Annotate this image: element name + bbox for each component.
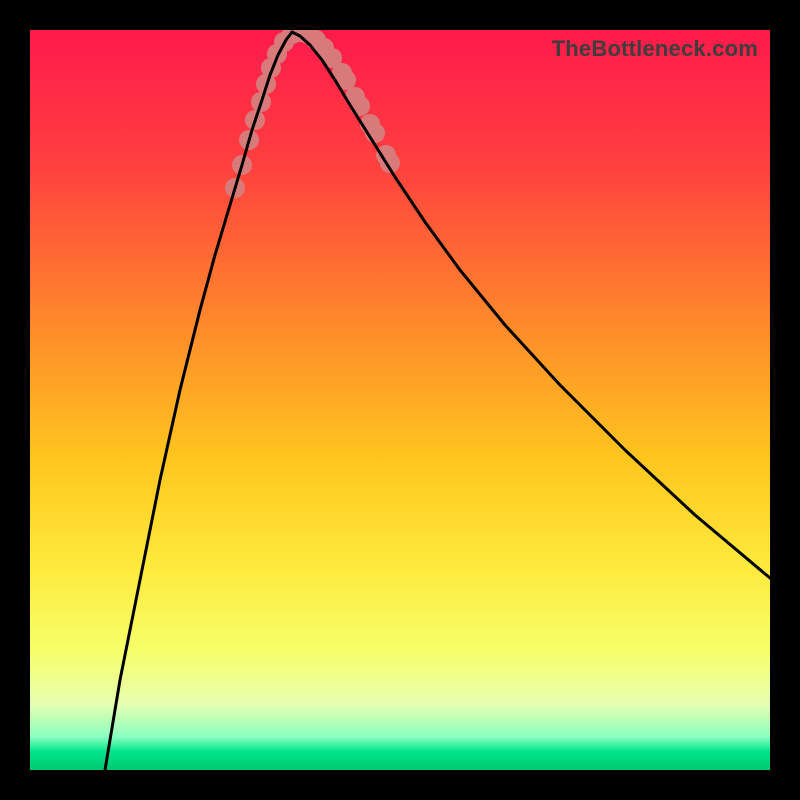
plot-area: TheBottleneck.com xyxy=(30,30,770,770)
bottleneck-curve xyxy=(105,32,770,770)
outer-frame: TheBottleneck.com xyxy=(0,0,800,800)
curve-left-branch xyxy=(105,32,292,770)
dot xyxy=(350,96,370,116)
watermark-text: TheBottleneck.com xyxy=(552,36,758,62)
highlight-dots xyxy=(225,30,400,198)
chart-svg xyxy=(30,30,770,770)
